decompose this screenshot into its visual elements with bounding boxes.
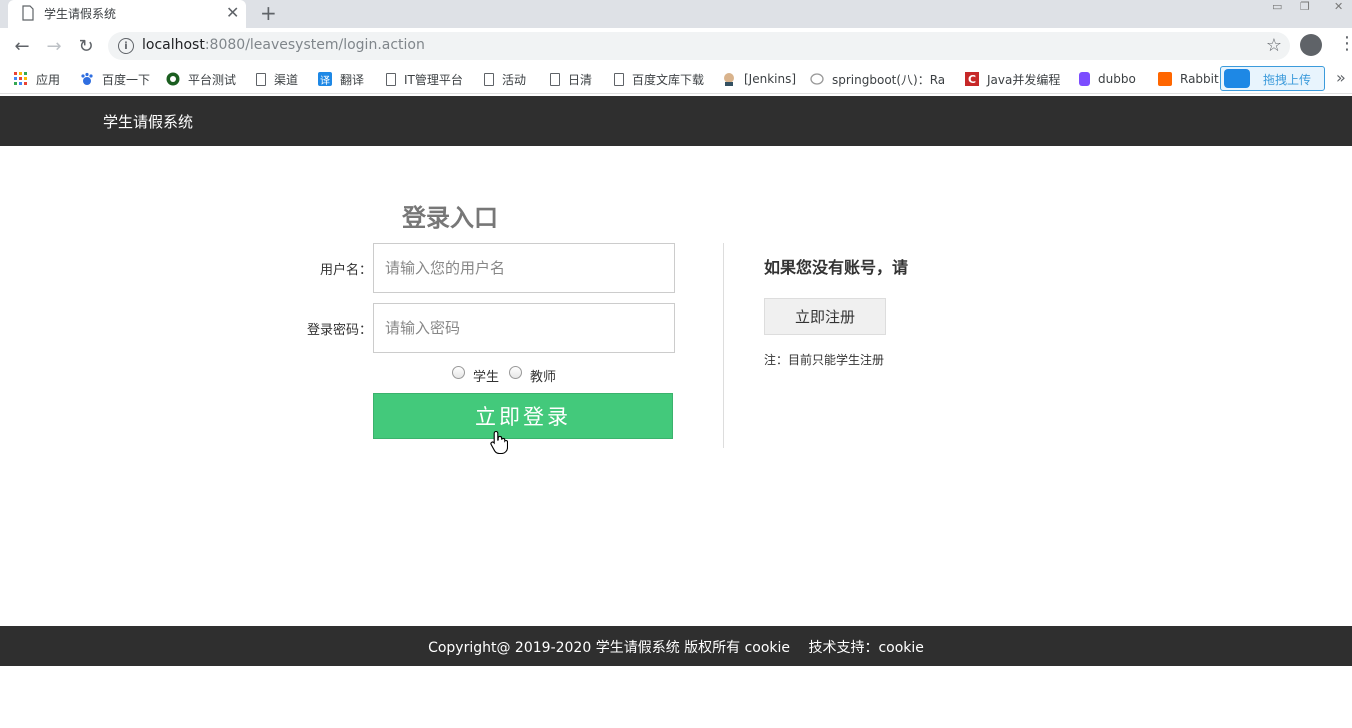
password-label: 登录密码： bbox=[306, 323, 372, 338]
page-icon bbox=[484, 72, 494, 86]
baidu-paw-icon bbox=[81, 72, 93, 85]
browser-tab[interactable]: 学生请假系统 ✕ bbox=[8, 0, 246, 28]
page-icon bbox=[22, 5, 34, 21]
bookmark-java-concurrency[interactable]: C Java并发编程 bbox=[965, 70, 1060, 88]
close-tab-icon[interactable]: ✕ bbox=[226, 3, 239, 23]
info-icon[interactable]: i bbox=[118, 38, 134, 54]
back-arrow-icon[interactable]: ← bbox=[10, 34, 34, 58]
bookmark-springboot[interactable]: springboot(八)：Ra bbox=[810, 70, 945, 88]
register-prompt: 如果您没有账号，请 bbox=[764, 258, 909, 277]
cloud-upload-icon bbox=[1224, 69, 1250, 88]
more-bookmarks-icon[interactable]: » bbox=[1336, 68, 1346, 87]
bookmark-it-platform[interactable]: IT管理平台 bbox=[386, 70, 463, 88]
bookmark-baidu[interactable]: 百度一下 bbox=[80, 70, 150, 88]
page-icon bbox=[386, 72, 396, 86]
site-title: 学生请假系统 bbox=[103, 113, 194, 131]
menu-dots-icon[interactable]: ⋮ bbox=[1338, 34, 1352, 54]
new-tab-icon[interactable]: + bbox=[260, 0, 277, 26]
page-icon bbox=[550, 72, 560, 86]
bookmark-translate[interactable]: 译 翻译 bbox=[318, 70, 364, 88]
address-bar[interactable]: i localhost:8080/leavesystem/login.actio… bbox=[108, 32, 1290, 60]
page-icon bbox=[256, 72, 266, 86]
close-window-icon[interactable]: ✕ bbox=[1334, 0, 1343, 13]
hand-cursor-icon bbox=[490, 430, 508, 454]
bookmark-daily[interactable]: 日清 bbox=[550, 70, 592, 88]
bookmark-jenkins[interactable]: [Jenkins] bbox=[722, 70, 796, 88]
form-divider bbox=[723, 243, 724, 448]
role-student-radio[interactable] bbox=[452, 366, 465, 379]
minimize-icon[interactable]: ▭ bbox=[1272, 0, 1282, 13]
role-student-label: 学生 bbox=[473, 370, 500, 385]
copyright-text: Copyright@ 2019-2020 学生请假系统 版权所有 cookie … bbox=[428, 640, 924, 656]
role-teacher-radio[interactable] bbox=[509, 366, 522, 379]
bookmark-apps[interactable]: 应用 bbox=[14, 70, 60, 88]
role-teacher-label: 教师 bbox=[530, 370, 557, 385]
bookmark-activity[interactable]: 活动 bbox=[484, 70, 526, 88]
translate-icon: 译 bbox=[318, 72, 332, 87]
restore-icon[interactable]: ❐ bbox=[1300, 0, 1310, 13]
tab-strip: 学生请假系统 ✕ + ▭ ❐ ✕ bbox=[0, 0, 1352, 28]
dubbo-icon bbox=[1079, 72, 1090, 86]
login-title: 登录入口 bbox=[402, 204, 498, 232]
bookmark-wenku[interactable]: 百度文库下载 bbox=[614, 70, 704, 88]
platform-icon bbox=[166, 72, 180, 86]
password-input[interactable] bbox=[373, 303, 675, 353]
browser-toolbar: ← → ↻ i localhost:8080/leavesystem/login… bbox=[0, 28, 1352, 64]
page-icon bbox=[614, 72, 624, 86]
jenkins-icon bbox=[724, 73, 734, 86]
site-header: 学生请假系统 bbox=[0, 96, 1352, 146]
username-label: 用户名： bbox=[319, 263, 372, 278]
bookmark-channel[interactable]: 渠道 bbox=[256, 70, 298, 88]
bookmark-star-icon[interactable]: ☆ bbox=[1266, 35, 1282, 56]
bookmark-dubbo[interactable]: dubbo bbox=[1079, 70, 1136, 88]
reload-icon[interactable]: ↻ bbox=[74, 34, 98, 58]
site-footer: Copyright@ 2019-2020 学生请假系统 版权所有 cookie … bbox=[0, 626, 1352, 666]
bookmark-platform-test[interactable]: 平台测试 bbox=[166, 70, 236, 88]
username-input[interactable] bbox=[373, 243, 675, 293]
forward-arrow-icon[interactable]: → bbox=[42, 34, 66, 58]
c-logo-icon: C bbox=[965, 72, 979, 86]
bookmark-rabbit[interactable]: Rabbit bbox=[1158, 70, 1219, 88]
login-button[interactable]: 立即登录 bbox=[373, 393, 673, 439]
apps-grid-icon bbox=[14, 72, 27, 85]
register-button[interactable]: 立即注册 bbox=[764, 298, 886, 335]
drag-upload-button[interactable]: 拖拽上传 bbox=[1220, 66, 1325, 91]
rabbit-icon bbox=[1158, 72, 1172, 86]
account-icon[interactable] bbox=[1300, 34, 1322, 56]
url-text[interactable]: localhost:8080/leavesystem/login.action bbox=[142, 37, 425, 53]
bookmarks-bar: 应用 百度一下 平台测试 渠道 译 翻译 IT管理平台 活动 日清 百度文库下载… bbox=[0, 64, 1352, 94]
springboot-icon bbox=[810, 73, 824, 85]
register-note: 注：目前只能学生注册 bbox=[764, 353, 885, 367]
tab-title: 学生请假系统 bbox=[44, 7, 117, 21]
